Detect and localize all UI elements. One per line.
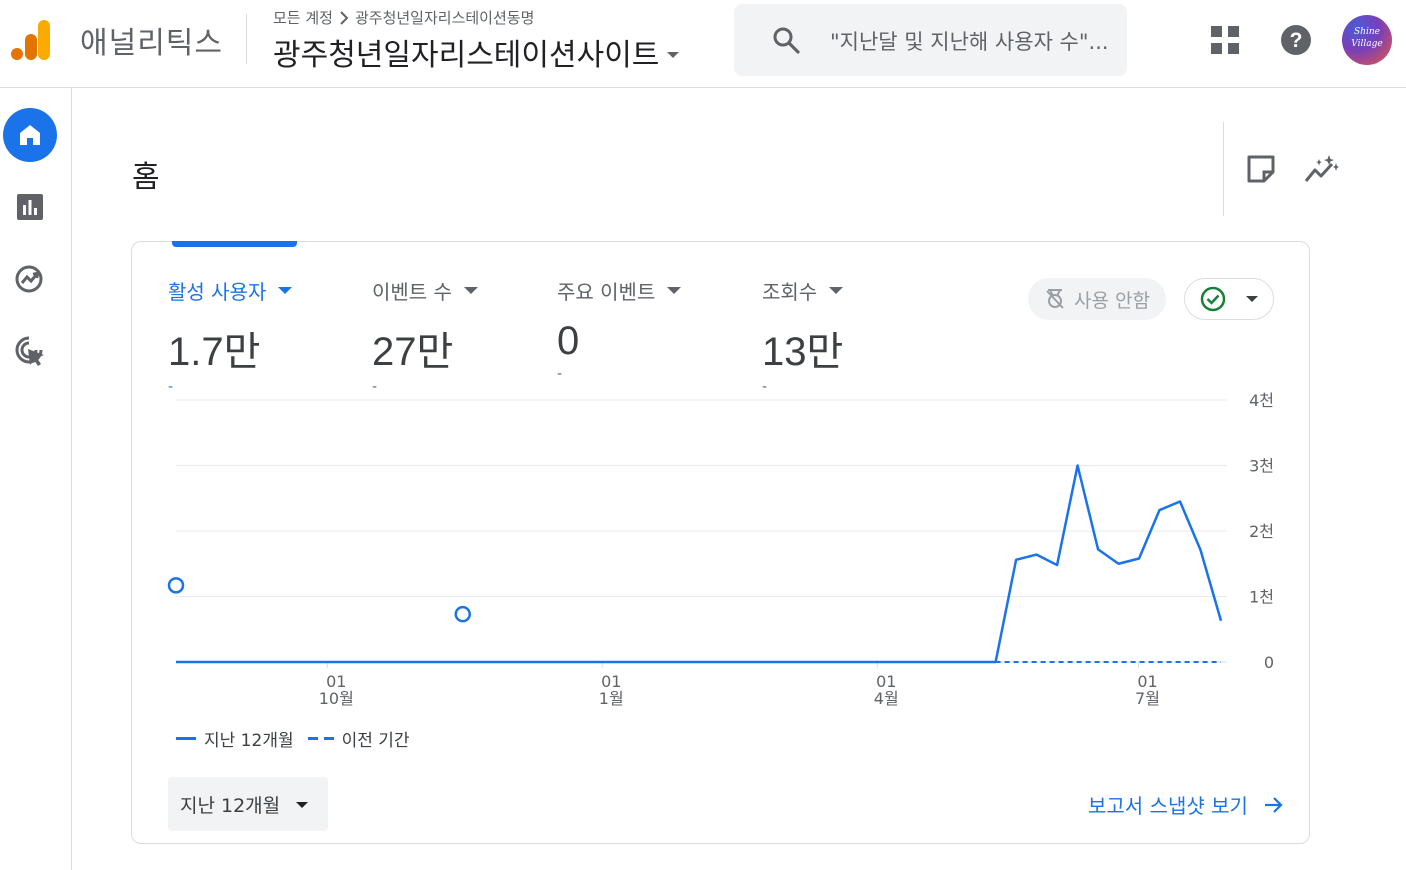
breadcrumb[interactable]: 모든 계정 광주청년일자리스테이션동명 xyxy=(273,7,534,28)
side-nav xyxy=(0,88,72,870)
date-range-select[interactable]: 지난 12개월 xyxy=(168,777,328,831)
y-tick-label: 0 xyxy=(1264,653,1274,672)
avatar-text: Shine xyxy=(1354,27,1380,37)
series-previous-point xyxy=(167,577,185,594)
analytics-logo[interactable] xyxy=(10,18,52,62)
legend-dashed-swatch xyxy=(307,737,334,740)
nav-home[interactable] xyxy=(3,108,57,162)
advertising-icon xyxy=(15,336,44,366)
nav-advertising[interactable] xyxy=(3,324,57,378)
caret-down-icon xyxy=(667,52,680,58)
app-name: 애널리틱스 xyxy=(80,26,223,61)
arrow-right-icon xyxy=(1264,796,1283,813)
divider xyxy=(1223,122,1224,216)
active-users-chart: 01천2천3천4천0110월011월014월017월 xyxy=(167,391,1274,708)
reports-icon xyxy=(17,194,43,220)
caret-down-icon xyxy=(296,802,308,808)
nav-explore[interactable] xyxy=(3,252,57,306)
y-tick-label: 3천 xyxy=(1249,457,1274,476)
chevron-right-icon xyxy=(340,10,349,25)
legend-previous: 이전 기간 xyxy=(341,731,410,751)
insights-icon[interactable] xyxy=(1304,153,1340,185)
avatar-text: Village xyxy=(1351,39,1383,49)
y-tick-label: 1천 xyxy=(1249,588,1274,607)
x-tick-month: 1월 xyxy=(599,689,624,708)
y-tick-label: 2천 xyxy=(1249,522,1274,541)
search-placeholder: "지난달 및 지난해 사용자 수"... xyxy=(830,30,1109,54)
apps-grid-icon[interactable] xyxy=(1210,25,1240,55)
svg-text:?: ? xyxy=(1290,29,1303,52)
breadcrumb-property[interactable]: 광주청년일자리스테이션동명 xyxy=(355,7,534,28)
home-icon xyxy=(20,125,40,145)
series-current-line xyxy=(176,464,1223,664)
legend-solid-swatch xyxy=(176,737,196,740)
nav-reports[interactable] xyxy=(3,180,57,234)
explore-icon xyxy=(15,265,43,293)
overview-card: 활성 사용자 1.7만 - 이벤트 수 27만 - 주요 이벤트 0 - 조회수… xyxy=(131,241,1310,844)
divider xyxy=(246,14,247,64)
note-icon[interactable] xyxy=(1246,154,1276,184)
property-name: 광주청년일자리스테이션사이트 xyxy=(273,38,660,73)
series-previous-point xyxy=(454,605,471,623)
view-snapshot-link[interactable]: 보고서 스냅샷 보기 xyxy=(1088,790,1284,819)
breadcrumb-account[interactable]: 모든 계정 xyxy=(273,7,333,28)
help-icon[interactable]: ? xyxy=(1280,24,1312,56)
x-tick-month: 7월 xyxy=(1135,689,1160,708)
property-selector[interactable]: 광주청년일자리스테이션사이트 xyxy=(273,30,680,74)
date-range-value: 지난 12개월 xyxy=(180,794,281,817)
y-tick-label: 4천 xyxy=(1249,391,1274,410)
page-title: 홈 xyxy=(132,160,160,195)
x-tick-month: 10월 xyxy=(319,689,354,708)
chart-legend: 지난 12개월 이전 기간 xyxy=(176,726,410,751)
legend-current: 지난 12개월 xyxy=(204,731,294,751)
x-tick-month: 4월 xyxy=(874,689,899,708)
search-icon xyxy=(773,27,800,54)
search-bar[interactable]: "지난달 및 지난해 사용자 수"... xyxy=(734,4,1127,76)
avatar[interactable]: Shine Village xyxy=(1342,15,1392,65)
top-bar: 애널리틱스 모든 계정 광주청년일자리스테이션동명 광주청년일자리스테이션사이트… xyxy=(0,0,1406,88)
snapshot-link-label: 보고서 스냅샷 보기 xyxy=(1088,794,1248,818)
